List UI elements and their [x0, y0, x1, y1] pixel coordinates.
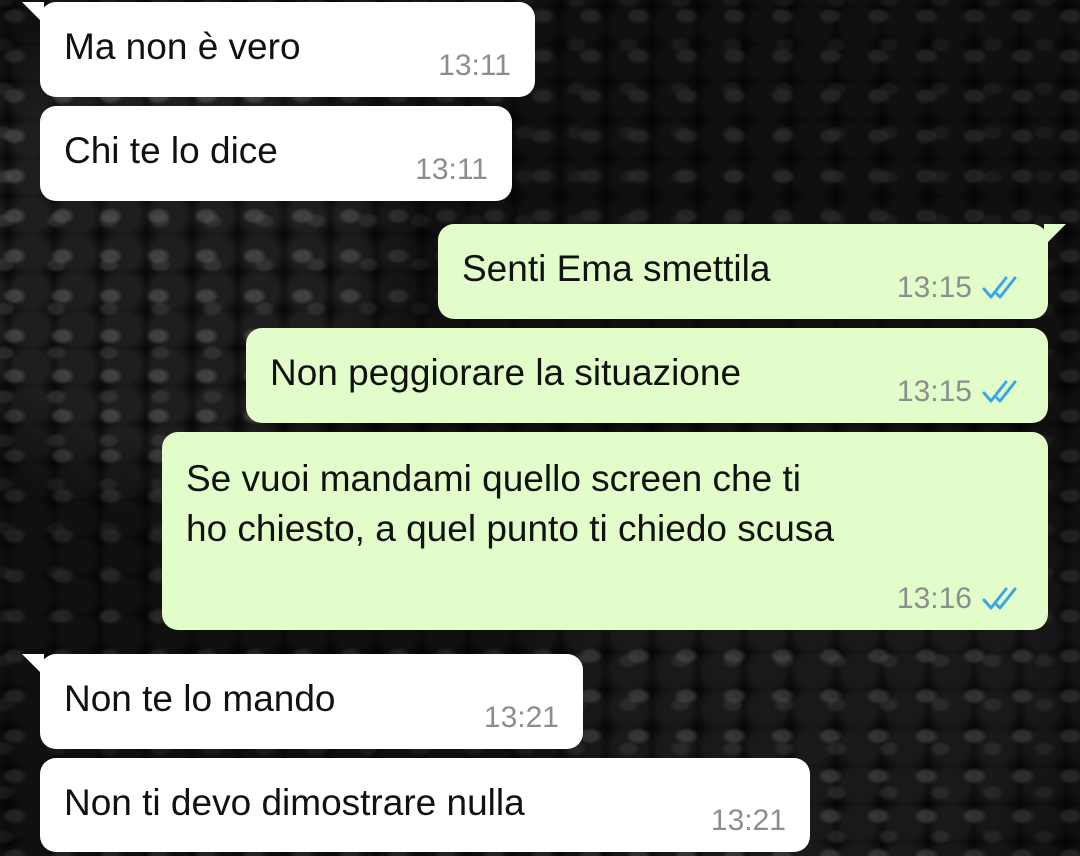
message-timestamp: 13:11	[415, 153, 488, 186]
message-meta: 13:11	[415, 153, 488, 187]
message-meta: 13:16	[897, 582, 1024, 616]
message-meta: 13:11	[438, 49, 511, 83]
bubble-tail	[1044, 224, 1066, 246]
message-bubble-incoming[interactable]: Ma non è vero 13:11	[22, 2, 535, 97]
message-bubble-outgoing[interactable]: Senti Ema smettila 13:15	[438, 224, 1066, 319]
message-timestamp: 13:21	[710, 804, 786, 837]
message-bubble-incoming[interactable]: Non te lo mando 13:21	[22, 654, 583, 749]
message-bubble-incoming[interactable]: Non ti devo dimostrare nulla 13:21	[40, 758, 810, 852]
message-timestamp: 13:21	[483, 701, 559, 734]
bubble-tail	[22, 2, 44, 24]
message-timestamp: 13:15	[896, 375, 972, 408]
double-check-read-icon	[982, 275, 1024, 301]
message-meta: 13:15	[897, 271, 1024, 305]
chat-message-list[interactable]: Ma non è vero 13:11 Chi te lo dice 13:11…	[0, 0, 1080, 856]
message-meta: 13:15	[897, 375, 1024, 409]
double-check-read-icon	[982, 586, 1024, 612]
bubble-tail	[22, 654, 44, 676]
message-meta: 13:21	[711, 804, 786, 838]
double-check-read-icon	[982, 379, 1024, 405]
message-text: Se vuoi mandami quello screen che ti ho …	[186, 458, 834, 549]
message-timestamp: 13:11	[438, 49, 511, 82]
message-text: Non ti devo dimostrare nulla	[64, 782, 525, 823]
message-timestamp: 13:16	[896, 582, 972, 615]
message-bubble-outgoing[interactable]: Non peggiorare la situazione 13:15	[246, 328, 1048, 423]
message-meta: 13:21	[484, 701, 559, 735]
message-timestamp: 13:15	[896, 271, 972, 304]
message-bubble-outgoing[interactable]: Se vuoi mandami quello screen che ti ho …	[162, 432, 1048, 630]
message-bubble-incoming[interactable]: Chi te lo dice 13:11	[40, 106, 512, 201]
